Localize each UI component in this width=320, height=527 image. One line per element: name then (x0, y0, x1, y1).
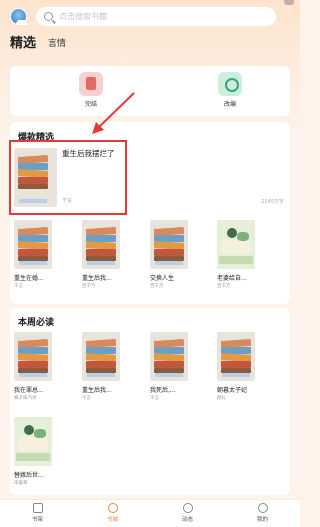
book-author: 颜扎 (217, 396, 226, 401)
tabbar-label: 我的 (256, 517, 268, 523)
top-tabs: 精选 言情 (10, 33, 66, 51)
tab-featured[interactable]: 精选 (10, 32, 36, 51)
category-adaptation[interactable]: 改编 (210, 72, 250, 108)
book-title: 我在罪总... (14, 387, 44, 394)
book-title: 交换人生 (150, 275, 175, 282)
feed-icon (182, 503, 193, 513)
adaptation-icon (218, 72, 242, 96)
book-author: 百千万 (217, 284, 231, 289)
book-title: 重生后我... (82, 387, 112, 394)
book-cover (14, 220, 52, 269)
category-label: 完结 (84, 101, 97, 108)
tabbar-item-feed[interactable]: 动态 (150, 500, 225, 527)
book-author: 百千万 (150, 284, 164, 289)
category-label: 改编 (223, 101, 236, 108)
tabbar-item-bookshelf[interactable]: 书架 (0, 500, 75, 527)
book-cover (217, 220, 255, 269)
bookshelf-icon (32, 503, 43, 513)
search-placeholder: 点击搜索书籍 (59, 12, 107, 21)
book-title: 朝暮太子妃 (217, 387, 248, 394)
book-item[interactable]: 老婆给自... 百千万 (217, 220, 255, 289)
book-cover (82, 332, 120, 381)
highlight-frame (9, 140, 127, 215)
book-cover (14, 417, 52, 466)
tabbar-label: 动态 (181, 517, 193, 523)
book-cover (14, 332, 52, 381)
category-card: 完结 改编 (10, 66, 290, 116)
avatar[interactable] (10, 8, 28, 25)
tabbar-item-profile[interactable]: 我的 (225, 500, 300, 527)
book-author: 橘子味汽水 (14, 396, 37, 401)
book-item[interactable]: 重生在婚... 千言 (14, 220, 52, 289)
profile-icon (257, 503, 268, 513)
book-finished-icon (79, 72, 103, 96)
book-author: 千言 (82, 396, 91, 401)
book-title: 重生后我... (82, 275, 112, 282)
book-item[interactable]: 朝暮太子妃 颜扎 (217, 332, 255, 401)
tabbar-item-bookstore[interactable]: 书城 (75, 500, 150, 527)
bookstore-icon (107, 503, 118, 513)
tabbar-label: 书架 (31, 517, 43, 523)
book-cover (217, 332, 255, 381)
book-title: 替嫁后世... (14, 472, 44, 479)
app-header: 点击搜索书籍 (0, 6, 300, 28)
book-author: 千言 (14, 284, 23, 289)
tabbar-label: 书城 (106, 517, 118, 523)
book-cover (150, 220, 188, 269)
battery-icon (284, 0, 294, 5)
book-item[interactable]: 交换人生 百千万 (150, 220, 188, 289)
tab-romance[interactable]: 言情 (48, 36, 66, 51)
search-bar[interactable]: 点击搜索书籍 (36, 7, 276, 26)
book-author: 宋葡萄 (14, 481, 28, 486)
book-title: 我死后,... (150, 387, 176, 394)
book-item[interactable]: 重生后我... 百千万 (82, 220, 120, 289)
bottom-tab-bar: 书架 书城 动态 我的 (0, 499, 300, 527)
book-author: 百千万 (82, 284, 96, 289)
section-title-weekly: 本周必读 (18, 318, 55, 328)
book-cover (150, 332, 188, 381)
book-item[interactable]: 我在罪总... 橘子味汽水 (14, 332, 52, 401)
book-author: 千言 (150, 396, 159, 401)
book-item[interactable]: 替嫁后世... 宋葡萄 (14, 417, 52, 486)
search-icon (44, 12, 53, 21)
featured-book-word-count: 2245万字 (261, 199, 284, 205)
book-title: 重生在婚... (14, 275, 44, 282)
book-item[interactable]: 重生后我... 千言 (82, 332, 120, 401)
book-item[interactable]: 我死后,... 千言 (150, 332, 188, 401)
book-cover (82, 220, 120, 269)
book-title: 老婆给自... (217, 275, 247, 282)
category-finished[interactable]: 完结 (71, 72, 111, 108)
